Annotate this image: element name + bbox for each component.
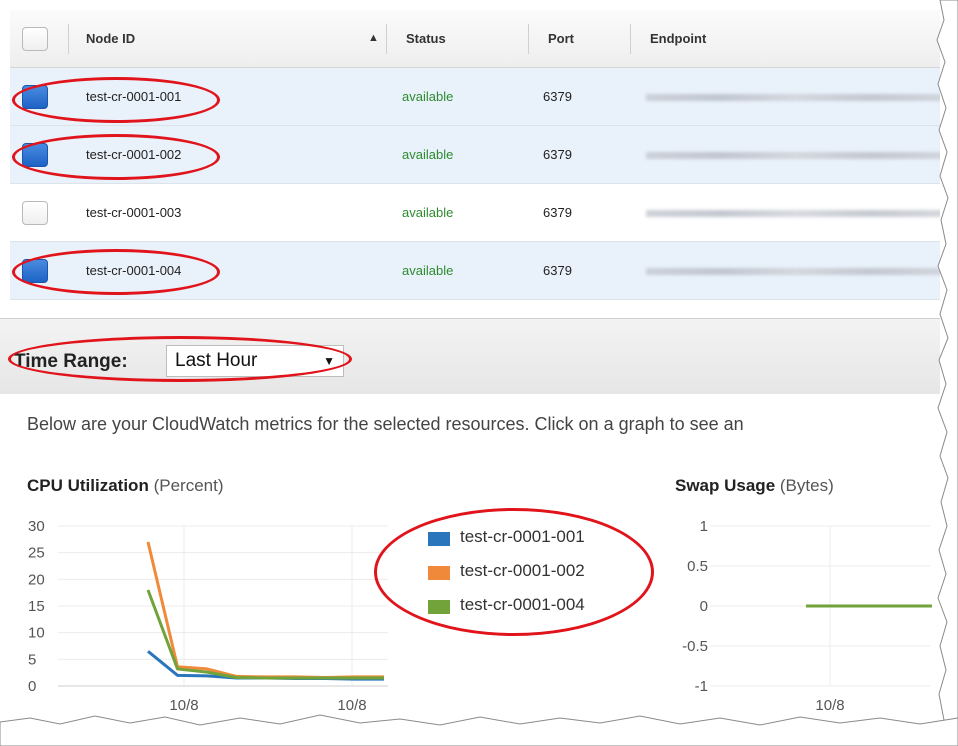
torn-edge-right <box>936 0 958 746</box>
series-line-1 <box>147 650 384 681</box>
cpu-chart-title: CPU Utilization (Percent) <box>27 476 224 496</box>
cache-nodes-page: Node ID ▲ Status Port Endpoint test-cr-0… <box>0 0 940 722</box>
y-tick-label: 0 <box>28 678 36 695</box>
column-header-node-id[interactable]: Node ID <box>86 10 135 68</box>
column-divider <box>68 24 69 54</box>
port-cell: 6379 <box>543 263 572 278</box>
y-tick-label: 20 <box>28 571 45 588</box>
status-cell: available <box>402 89 454 104</box>
nodes-table: Node ID ▲ Status Port Endpoint test-cr-0… <box>10 10 940 300</box>
y-tick-label: 1 <box>700 518 708 535</box>
torn-edge-bottom <box>0 714 958 746</box>
y-tick-label: -0.5 <box>682 638 708 655</box>
dropdown-arrow-icon[interactable]: ▼ <box>323 346 335 376</box>
y-tick-label: 0.5 <box>687 558 708 575</box>
column-divider <box>386 24 387 54</box>
node-id-cell: test-cr-0001-004 <box>86 263 182 278</box>
legend-swatch <box>428 566 450 580</box>
y-tick-label: 30 <box>28 518 45 535</box>
cpu-chart-unit: (Percent) <box>153 476 224 495</box>
y-tick-label: -1 <box>695 678 708 695</box>
column-divider <box>630 24 631 54</box>
column-header-status[interactable]: Status <box>406 10 446 68</box>
table-header: Node ID ▲ Status Port Endpoint <box>10 10 940 68</box>
swap-chart-title-text: Swap Usage <box>675 476 776 495</box>
port-cell: 6379 <box>543 147 572 162</box>
metrics-info-text: Below are your CloudWatch metrics for th… <box>27 414 744 434</box>
row-checkbox[interactable] <box>22 85 48 109</box>
status-cell: available <box>402 263 454 278</box>
cpu-chart-title-text: CPU Utilization <box>27 476 149 495</box>
legend-label: test-cr-0001-004 <box>460 595 585 614</box>
legend-label: test-cr-0001-002 <box>460 561 585 580</box>
table-row[interactable]: test-cr-0001-001 available 6379 <box>10 68 940 126</box>
endpoint-redacted <box>646 152 940 159</box>
time-range-bar: Time Range: Last Hour ▼ <box>0 318 940 394</box>
y-tick-label: 10 <box>28 625 45 642</box>
legend-swatch <box>428 532 450 546</box>
column-header-endpoint[interactable]: Endpoint <box>650 10 706 68</box>
legend-swatch <box>428 600 450 614</box>
node-id-cell: test-cr-0001-001 <box>86 89 182 104</box>
y-tick-label: 15 <box>28 598 45 615</box>
status-cell: available <box>402 147 454 162</box>
swap-usage-chart[interactable]: 10.50-0.5-110/8 <box>670 510 940 720</box>
row-checkbox[interactable] <box>22 259 48 283</box>
series-line-2 <box>146 541 384 679</box>
series-line-3 <box>146 589 384 680</box>
sort-ascending-icon[interactable]: ▲ <box>368 32 379 44</box>
endpoint-redacted <box>646 268 940 275</box>
table-row[interactable]: test-cr-0001-004 available 6379 <box>10 242 940 300</box>
y-tick-label: 25 <box>28 545 45 562</box>
y-tick-label: 5 <box>28 651 36 668</box>
swap-chart-unit: (Bytes) <box>779 476 834 495</box>
endpoint-redacted <box>646 94 940 101</box>
time-range-label: Time Range: <box>14 351 128 372</box>
swap-chart-title: Swap Usage (Bytes) <box>675 476 834 496</box>
row-checkbox[interactable] <box>22 143 48 167</box>
port-cell: 6379 <box>543 205 572 220</box>
time-range-select[interactable]: Last Hour ▼ <box>166 345 344 377</box>
column-divider <box>528 24 529 54</box>
node-id-cell: test-cr-0001-002 <box>86 147 182 162</box>
select-all-checkbox[interactable] <box>22 27 48 51</box>
time-range-value: Last Hour <box>175 350 258 371</box>
cpu-utilization-chart[interactable]: 30252015105010/8 10/8 <box>0 510 420 720</box>
port-cell: 6379 <box>543 89 572 104</box>
table-row[interactable]: test-cr-0001-003 available 6379 <box>10 184 940 242</box>
y-tick-label: 0 <box>700 598 708 615</box>
status-cell: available <box>402 205 454 220</box>
legend-label: test-cr-0001-001 <box>460 527 585 546</box>
table-row[interactable]: test-cr-0001-002 available 6379 <box>10 126 940 184</box>
row-checkbox[interactable] <box>22 201 48 225</box>
column-header-port[interactable]: Port <box>548 10 574 68</box>
node-id-cell: test-cr-0001-003 <box>86 205 182 220</box>
endpoint-redacted <box>646 210 940 217</box>
